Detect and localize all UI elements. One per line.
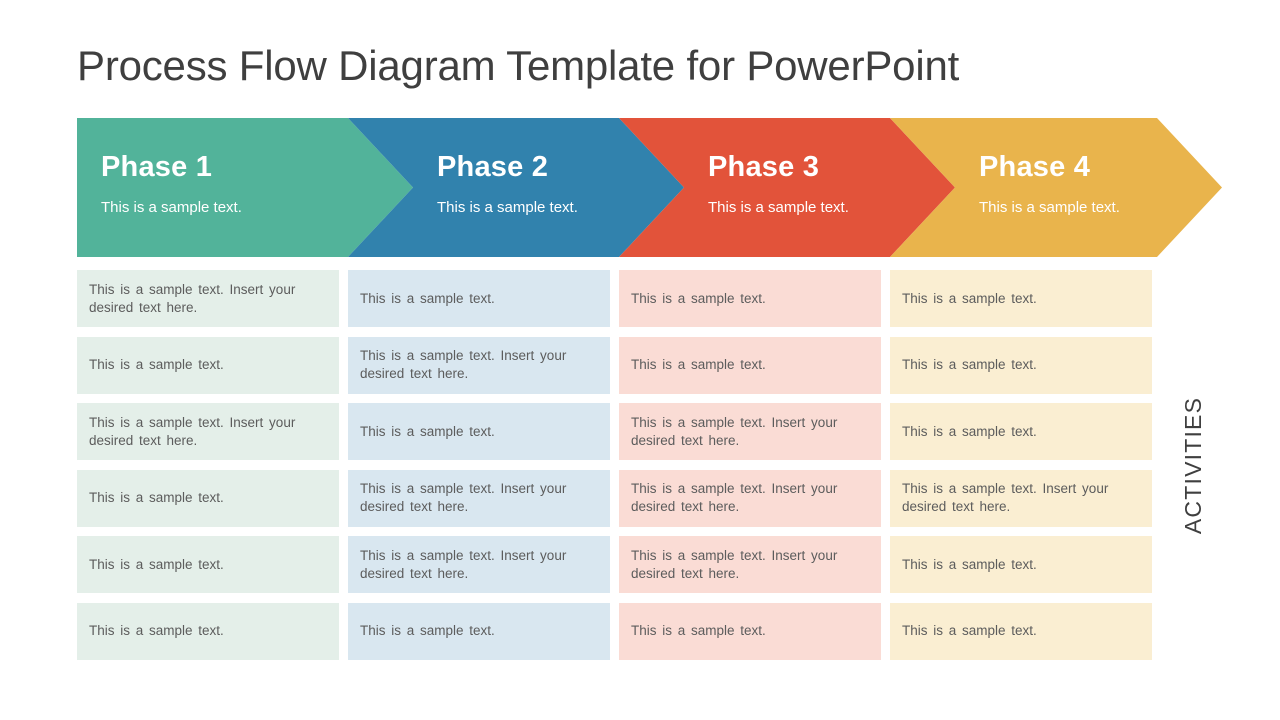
activity-row: This is a sample text. This is a sample t… — [77, 469, 1152, 527]
activity-cell[interactable]: This is a sample text. Insert your desir… — [619, 536, 881, 593]
phase-banner: Phase 1 This is a sample text. Phase 2 T… — [77, 118, 1222, 257]
activity-cell-text: This is a sample text. — [360, 290, 495, 306]
activity-cell[interactable]: This is a sample text. — [348, 602, 610, 660]
activity-cell-text: This is a sample text. Insert your desir… — [631, 414, 838, 448]
phase-subtitle: This is a sample text. — [979, 199, 1120, 216]
activity-cell[interactable]: This is a sample text. Insert your desir… — [348, 469, 610, 527]
activity-cell-text: This is a sample text. — [360, 623, 495, 638]
activity-cell-text: This is a sample text. Insert your desir… — [89, 414, 296, 448]
phase-title: Phase 1 — [101, 151, 213, 183]
activity-cell-text: This is a sample text. — [631, 290, 766, 306]
activity-cell[interactable]: This is a sample text. — [348, 270, 610, 327]
activity-cell[interactable]: This is a sample text. — [890, 536, 1152, 593]
activity-cell[interactable]: This is a sample text. Insert your desir… — [619, 469, 881, 527]
activity-row: This is a sample text. This is a sample t… — [77, 602, 1152, 660]
activity-cell[interactable]: This is a sample text. — [619, 602, 881, 660]
activity-cell[interactable]: This is a sample text. Insert your desir… — [348, 536, 610, 593]
activity-cell-text: This is a sample text. — [902, 290, 1037, 306]
activity-cell-text: This is a sample text. — [902, 556, 1037, 572]
activity-cell-text: This is a sample text. — [902, 357, 1037, 372]
activity-cell[interactable]: This is a sample text. — [77, 602, 339, 660]
activity-cell-text: This is a sample text. Insert your desir… — [360, 348, 567, 381]
activity-cell[interactable]: This is a sample text. — [619, 336, 881, 394]
activity-cell-text: This is a sample text. — [89, 623, 224, 638]
activity-cell[interactable]: This is a sample text. Insert your desir… — [348, 336, 610, 394]
activity-cell-text: This is a sample text. — [631, 623, 766, 638]
activity-cell-text: This is a sample text. Insert your desir… — [631, 481, 838, 514]
activity-cell[interactable]: This is a sample text. — [890, 602, 1152, 660]
activity-cell-text: This is a sample text. — [360, 423, 495, 439]
activity-cell[interactable]: This is a sample text. Insert your desir… — [890, 469, 1152, 527]
activity-row: This is a sample text. This is a sample t… — [77, 536, 1152, 593]
activity-cell[interactable]: This is a sample text. — [890, 336, 1152, 394]
activity-row: This is a sample text. Insert your desir… — [77, 403, 1152, 460]
activity-cell[interactable]: This is a sample text. — [890, 403, 1152, 460]
activity-cell-text: This is a sample text. Insert your desir… — [360, 547, 567, 581]
activity-cell-text: This is a sample text. — [89, 357, 224, 372]
activity-cell[interactable]: This is a sample text. — [348, 403, 610, 460]
activity-cell[interactable]: This is a sample text. Insert your desir… — [77, 270, 339, 327]
activity-cell-text: This is a sample text. Insert your desir… — [360, 481, 567, 514]
phase-title: Phase 4 — [979, 151, 1091, 183]
activity-cell[interactable]: This is a sample text. — [619, 270, 881, 327]
phase-title: Phase 3 — [708, 151, 820, 183]
phase-subtitle: This is a sample text. — [708, 199, 849, 216]
activity-cell-text: This is a sample text. — [902, 623, 1037, 638]
activity-row: This is a sample text. This is a sample t… — [77, 336, 1152, 394]
activity-cell-text: This is a sample text. — [631, 357, 766, 372]
activity-cell-text: This is a sample text. — [89, 490, 224, 505]
activity-cell-text: This is a sample text. — [89, 556, 224, 572]
activity-cell[interactable]: This is a sample text. Insert your desir… — [619, 403, 881, 460]
activities-side-label-text: ACTIVITIES — [1180, 396, 1207, 534]
activity-cell[interactable]: This is a sample text. Insert your desir… — [77, 403, 339, 460]
activity-cell[interactable]: This is a sample text. — [890, 270, 1152, 327]
activity-cell-text: This is a sample text. Insert your desir… — [902, 481, 1109, 514]
activity-cell-text: This is a sample text. Insert your desir… — [631, 547, 838, 581]
phase-chevron-1[interactable]: Phase 1 This is a sample text. — [77, 118, 413, 257]
activity-row: This is a sample text. Insert your desir… — [77, 270, 1152, 327]
activity-cell-text: This is a sample text. — [902, 423, 1037, 439]
phase-title: Phase 2 — [437, 151, 549, 183]
phase-subtitle: This is a sample text. — [101, 199, 242, 216]
activities-grid: This is a sample text. Insert your desir… — [77, 270, 1152, 660]
phase-subtitle: This is a sample text. — [437, 199, 578, 216]
activities-side-label: ACTIVITIES — [1174, 280, 1214, 650]
activity-cell-text: This is a sample text. Insert your desir… — [89, 281, 296, 315]
activity-cell[interactable]: This is a sample text. — [77, 336, 339, 394]
activity-cell[interactable]: This is a sample text. — [77, 469, 339, 527]
page-title: Process Flow Diagram Template for PowerP… — [77, 42, 960, 89]
activity-cell[interactable]: This is a sample text. — [77, 536, 339, 593]
